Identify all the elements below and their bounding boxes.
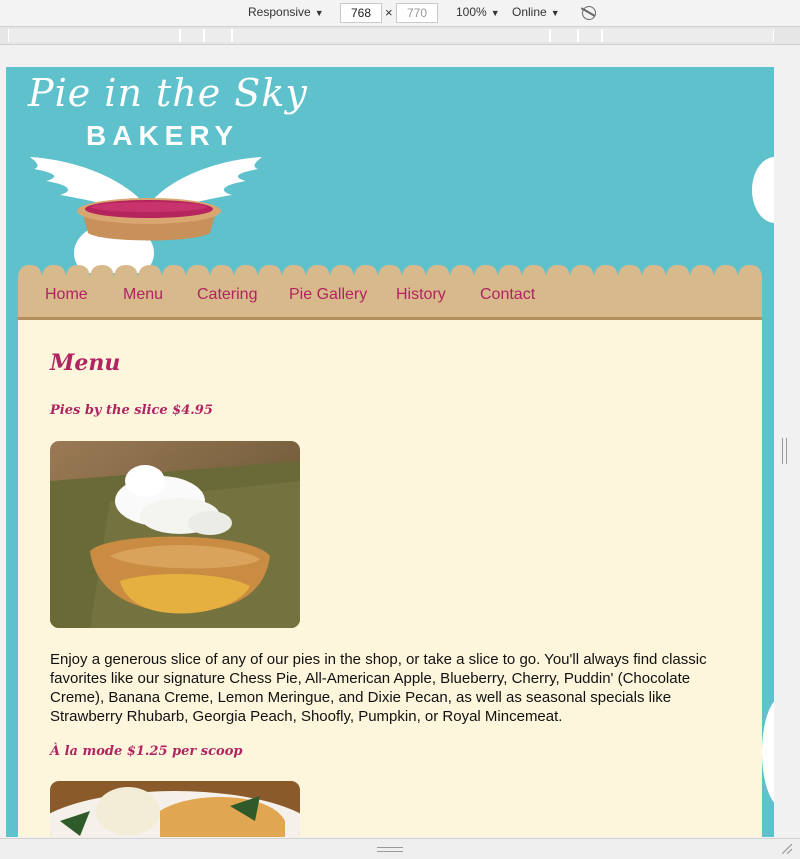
zoom-label: 100%: [456, 5, 487, 19]
page-title: Menu: [50, 350, 121, 376]
a-la-mode-photo: [50, 781, 300, 837]
logo-subtitle: BAKERY: [86, 120, 240, 151]
nav-history[interactable]: History: [396, 286, 446, 304]
resize-bar-bottom: [0, 838, 800, 859]
device-caret-icon: ▼: [314, 8, 324, 18]
zoom-select[interactable]: 100% ▼: [456, 5, 500, 19]
network-label: Online: [512, 5, 547, 19]
width-input[interactable]: 768: [340, 3, 382, 23]
device-label: Responsive: [248, 5, 311, 19]
section-title-slice: Pies by the slice $4.95: [50, 403, 213, 418]
rotate-icon[interactable]: [579, 3, 599, 23]
resize-handle-vertical[interactable]: [782, 438, 787, 464]
network-caret-icon: ▼: [550, 8, 560, 18]
nav-pie-gallery[interactable]: Pie Gallery: [289, 286, 367, 304]
ruler-segment[interactable]: [232, 29, 550, 42]
nav-contact[interactable]: Contact: [480, 286, 535, 304]
logo-title: Pie in the Sky: [28, 71, 308, 115]
pie-icon: [77, 198, 221, 241]
devtools-toolbar: Responsive ▼ 768 × 770 100% ▼ Online ▼: [0, 0, 800, 27]
cloud-icon: [762, 697, 774, 807]
ruler-segment[interactable]: [180, 29, 204, 42]
times-label: ×: [385, 5, 393, 20]
ruler-segment[interactable]: [578, 29, 602, 42]
nav-menu[interactable]: Menu: [123, 286, 163, 304]
media-query-ruler[interactable]: [0, 27, 800, 45]
ruler-segment[interactable]: [550, 29, 578, 42]
section-text-slice: Enjoy a generous slice of any of our pie…: [50, 651, 707, 725]
resize-corner-icon[interactable]: [782, 844, 792, 854]
main-content: Menu Pies by the slice $4.95 Enjoy a gen…: [18, 320, 762, 837]
network-select[interactable]: Online ▼: [512, 5, 560, 19]
section-title-a-la-mode: À la mode $1.25 per scoop: [50, 744, 243, 759]
ruler-segment[interactable]: [8, 29, 180, 42]
device-select[interactable]: Responsive ▼: [248, 5, 324, 19]
height-input[interactable]: 770: [396, 3, 438, 23]
device-viewport: Pie in the Sky BAKERY Home Menu Catering…: [6, 67, 774, 837]
main-nav: Home Menu Catering Pie Gallery History C…: [18, 277, 762, 320]
nav-home[interactable]: Home: [45, 286, 88, 304]
nav-catering[interactable]: Catering: [197, 286, 257, 304]
wings-icon: [30, 157, 262, 273]
resize-handle-horizontal[interactable]: [377, 847, 403, 852]
ruler-segment[interactable]: [602, 29, 774, 42]
site-logo[interactable]: Pie in the Sky BAKERY: [6, 67, 774, 273]
zoom-caret-icon: ▼: [490, 8, 500, 18]
ruler-segment[interactable]: [204, 29, 232, 42]
pie-slice-photo: [50, 441, 300, 628]
